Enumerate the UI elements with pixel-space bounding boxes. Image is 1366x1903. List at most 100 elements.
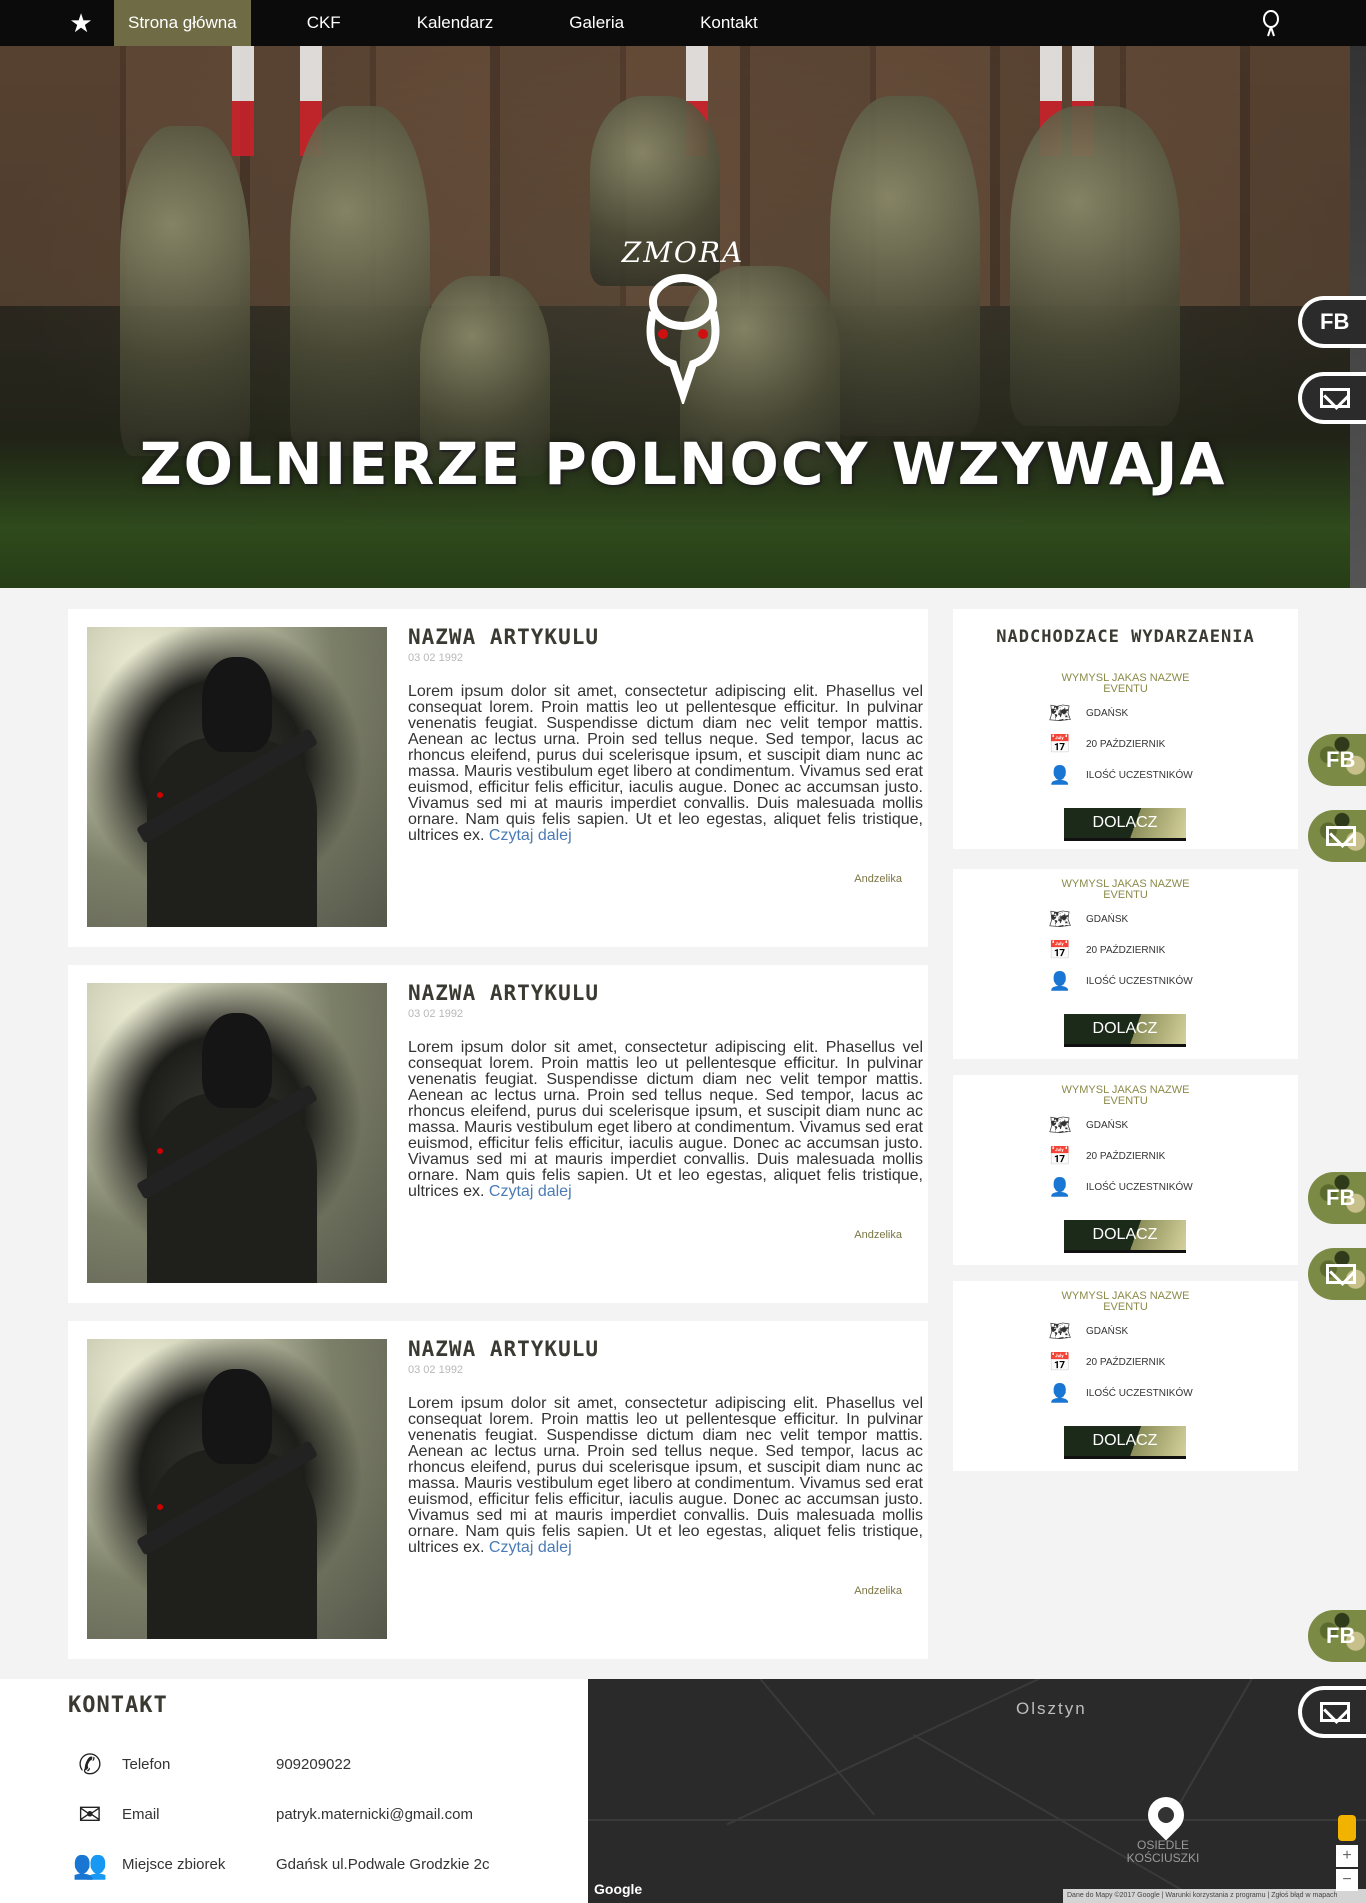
event-participants-row: 👤 ILOŚĆ UCZESTNIKÓW — [1048, 1381, 1193, 1405]
top-navbar: ★ Strona główna CKF Kalendarz Galeria Ko… — [0, 0, 1366, 46]
soldier-figure — [1010, 106, 1180, 426]
fb-label: FB — [1326, 1623, 1356, 1648]
zmora-emblem: ZMORA — [618, 236, 748, 406]
map-city-label: Olsztyn — [1016, 1699, 1087, 1718]
calendar-icon: 📅 — [1048, 939, 1072, 960]
emblem-text: ZMORA — [621, 236, 745, 269]
event-name[interactable]: WYMYSL JAKAS NAZWE EVENTU — [1043, 879, 1208, 901]
article-text: Lorem ipsum dolor sit amet, consectetur … — [408, 683, 923, 844]
soldier-icon: 👤 — [1048, 764, 1072, 785]
event-name[interactable]: WYMYSL JAKAS NAZWE EVENTU — [1043, 673, 1208, 695]
nav-menu: Strona główna CKF Kalendarz Galeria Kont… — [114, 0, 820, 46]
article-title[interactable]: NAZWA ARTYKULU — [408, 625, 599, 649]
street-view-icon[interactable] — [1338, 1815, 1356, 1841]
contact-value[interactable]: patryk.maternicki@gmail.com — [276, 1806, 576, 1823]
article-image[interactable] — [87, 627, 387, 927]
event-participants: ILOŚĆ UCZESTNIKÓW — [1086, 1387, 1193, 1399]
article-author: Andzelika — [854, 1229, 902, 1241]
event-place: GDAŃSK — [1086, 1119, 1129, 1131]
soldier-figure — [290, 106, 430, 456]
event-place-row: 🗺 GDAŃSK — [1048, 701, 1129, 725]
event-participants-row: 👤 ILOŚĆ UCZESTNIKÓW — [1048, 969, 1193, 993]
event-place: GDAŃSK — [1086, 913, 1129, 925]
google-map[interactable]: Olsztyn OSIEDLE KOŚCIUSZKI + − Google Da… — [588, 1679, 1366, 1903]
map-marker-label: OSIEDLE KOŚCIUSZKI — [1126, 1838, 1200, 1865]
zoom-out-button[interactable]: − — [1336, 1869, 1358, 1891]
map-road — [680, 1679, 876, 1816]
facebook-side-button[interactable]: FB — [1308, 1610, 1366, 1662]
join-button[interactable]: DOLACZ — [1064, 1220, 1186, 1250]
article-image[interactable] — [87, 1339, 387, 1639]
calendar-icon: 📅 — [1048, 1351, 1072, 1372]
join-button[interactable]: DOLACZ — [1064, 1014, 1186, 1044]
nav-item-contact[interactable]: Kontakt — [686, 0, 772, 46]
read-more-link[interactable]: Czytaj dalej — [489, 1539, 572, 1556]
email-icon: ✉ — [78, 1798, 102, 1830]
nav-item-ckf[interactable]: CKF — [293, 0, 355, 46]
soldier-icon: 👤 — [1048, 1382, 1072, 1403]
join-button[interactable]: DOLACZ — [1064, 808, 1186, 838]
article-title[interactable]: NAZWA ARTYKULU — [408, 1337, 599, 1361]
fb-label: FB — [1326, 1185, 1356, 1210]
calendar-icon: 📅 — [1048, 733, 1072, 754]
facebook-side-button[interactable]: FB — [1308, 734, 1366, 786]
map-attribution[interactable]: Dane do Mapy ©2017 Google | Warunki korz… — [1063, 1889, 1366, 1903]
soldier-icon: 👤 — [1048, 1176, 1072, 1197]
contact-value[interactable]: 909209022 — [276, 1756, 576, 1773]
map-road — [588, 1819, 1366, 1821]
facebook-side-button[interactable]: FB — [1308, 1172, 1366, 1224]
emblem-skull-icon — [646, 274, 720, 404]
fb-label: FB — [1320, 309, 1350, 334]
map-icon: 🗺 — [1048, 702, 1072, 723]
read-more-link[interactable]: Czytaj dalej — [489, 1183, 572, 1200]
hero-title: ZOLNIERZE POLNOCY WZYWAJA — [139, 430, 1227, 498]
facebook-side-button[interactable]: FB — [1298, 296, 1366, 348]
article-card: NAZWA ARTYKULU 03 02 1992 Lorem ipsum do… — [68, 965, 928, 1303]
envelope-icon — [1326, 1264, 1356, 1284]
event-date-row: 📅 20 PAŹDZIERNIK — [1048, 1350, 1166, 1374]
event-place-row: 🗺 GDAŃSK — [1048, 907, 1129, 931]
article-date: 03 02 1992 — [408, 652, 464, 664]
zmora-mini-logo-icon[interactable] — [1260, 8, 1282, 38]
event-place: GDAŃSK — [1086, 1325, 1129, 1337]
article-author: Andzelika — [854, 1585, 902, 1597]
email-side-button[interactable] — [1308, 810, 1366, 862]
event-participants-row: 👤 ILOŚĆ UCZESTNIKÓW — [1048, 1175, 1193, 1199]
email-side-button[interactable] — [1298, 372, 1366, 424]
read-more-link[interactable]: Czytaj dalej — [489, 827, 572, 844]
article-text: Lorem ipsum dolor sit amet, consectetur … — [408, 1395, 923, 1556]
email-side-button[interactable] — [1308, 1248, 1366, 1300]
join-button[interactable]: DOLACZ — [1064, 1426, 1186, 1456]
soldier-figure — [120, 126, 250, 456]
nav-item-calendar[interactable]: Kalendarz — [403, 0, 508, 46]
star-logo-icon[interactable]: ★ — [66, 8, 96, 38]
event-date: 20 PAŹDZIERNIK — [1086, 1356, 1166, 1368]
article-date: 03 02 1992 — [408, 1008, 464, 1020]
article-title[interactable]: NAZWA ARTYKULU — [408, 981, 599, 1005]
article-card: NAZWA ARTYKULU 03 02 1992 Lorem ipsum do… — [68, 609, 928, 947]
phone-icon: ✆ — [78, 1748, 102, 1780]
soldier-figure — [830, 96, 980, 436]
event-participants-row: 👤 ILOŚĆ UCZESTNIKÓW — [1048, 763, 1193, 787]
nav-item-gallery[interactable]: Galeria — [555, 0, 638, 46]
event-name[interactable]: WYMYSL JAKAS NAZWE EVENTU — [1043, 1085, 1208, 1107]
contact-label: Miejsce zbiorek — [122, 1855, 226, 1873]
email-side-button[interactable] — [1298, 1686, 1366, 1738]
event-date: 20 PAŹDZIERNIK — [1086, 1150, 1166, 1162]
event-card: WYMYSL JAKAS NAZWE EVENTU 🗺 GDAŃSK 📅 20 PA… — [953, 659, 1298, 849]
event-place-row: 🗺 GDAŃSK — [1048, 1113, 1129, 1137]
event-place: GDAŃSK — [1086, 707, 1129, 719]
zoom-in-button[interactable]: + — [1336, 1845, 1358, 1867]
event-date-row: 📅 20 PAŹDZIERNIK — [1048, 938, 1166, 962]
fb-label: FB — [1326, 747, 1356, 772]
nav-item-home[interactable]: Strona główna — [114, 0, 251, 46]
event-participants: ILOŚĆ UCZESTNIKÓW — [1086, 769, 1193, 781]
article-image[interactable] — [87, 983, 387, 1283]
article-body: Lorem ipsum dolor sit amet, consectetur … — [408, 1040, 923, 1200]
envelope-icon — [1320, 1702, 1350, 1722]
map-icon: 🗺 — [1048, 908, 1072, 929]
hero-banner: ZMORA ZOLNIERZE POLNOCY WZYWAJA — [0, 46, 1366, 588]
event-participants: ILOŚĆ UCZESTNIKÓW — [1086, 975, 1193, 987]
contact-value[interactable]: Gdańsk ul.Podwale Grodzkie 2c — [276, 1856, 576, 1873]
event-name[interactable]: WYMYSL JAKAS NAZWE EVENTU — [1043, 1291, 1208, 1313]
